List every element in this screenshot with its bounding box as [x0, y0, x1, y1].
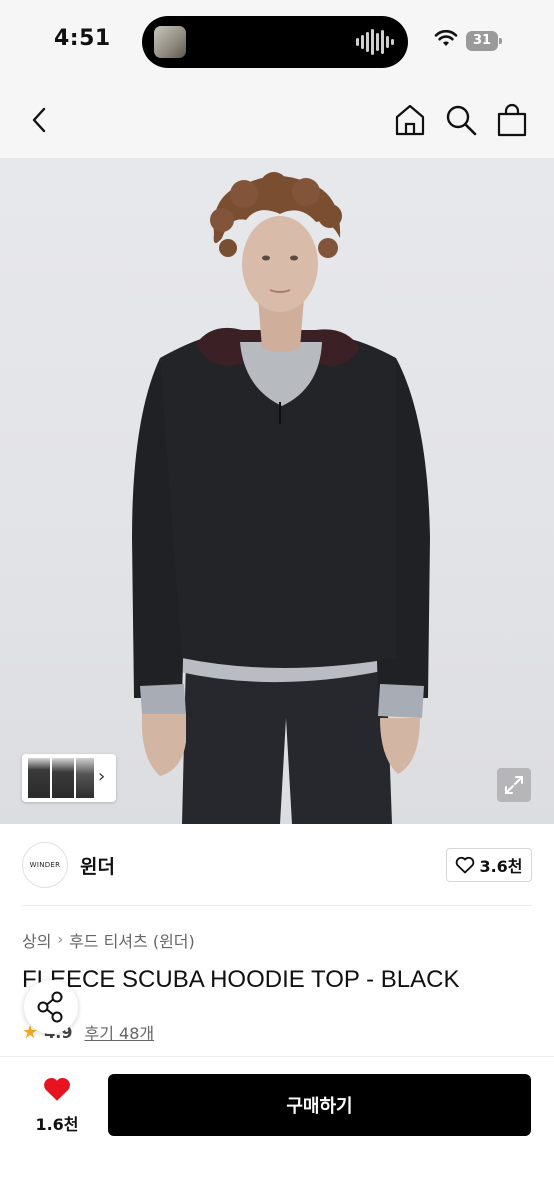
- shopping-bag-icon[interactable]: [495, 102, 529, 138]
- brand-like-count: 3.6천: [479, 857, 523, 876]
- battery-level: 31: [466, 31, 498, 51]
- model-photo: [132, 172, 430, 824]
- brand-name[interactable]: 윈더: [80, 852, 115, 879]
- wifi-icon: [434, 30, 458, 46]
- product-image[interactable]: ›: [0, 158, 554, 824]
- now-playing-artwork: [154, 26, 186, 58]
- top-navigation: [0, 82, 554, 158]
- chevron-right-icon[interactable]: ›: [98, 766, 105, 787]
- status-time: 4:51: [54, 26, 111, 51]
- heart-filled-icon: [44, 1077, 70, 1101]
- thumbnail[interactable]: [52, 758, 74, 798]
- chevron-right-icon: ›: [57, 932, 64, 948]
- breadcrumb: 상의 › 후드 티셔츠 (윈더): [22, 928, 195, 952]
- expand-icon: [505, 776, 523, 794]
- status-bar: 4:51 31: [0, 0, 554, 82]
- search-icon[interactable]: [444, 103, 478, 137]
- product-title: FLEECE SCUBA HOODIE TOP - BLACK: [22, 966, 460, 993]
- breadcrumb-subcategory[interactable]: 후드 티셔츠 (윈더): [69, 928, 195, 952]
- chevron-left-icon[interactable]: [26, 104, 54, 136]
- brand-like-button[interactable]: 3.6천: [446, 848, 532, 882]
- home-icon[interactable]: [393, 103, 427, 137]
- wishlist-count: 1.6천: [35, 1115, 79, 1134]
- dynamic-island[interactable]: [142, 16, 408, 68]
- image-thumbnails[interactable]: ›: [22, 754, 116, 802]
- thumbnail[interactable]: [28, 758, 50, 798]
- wishlist-button[interactable]: 1.6천: [22, 1075, 92, 1145]
- share-button[interactable]: [24, 980, 78, 1034]
- heart-outline-icon: [456, 856, 475, 874]
- brand-row: WINDER 윈더 3.6천: [22, 824, 532, 906]
- breadcrumb-category[interactable]: 상의: [22, 928, 51, 952]
- battery-icon: 31: [466, 31, 502, 51]
- brand-logo[interactable]: WINDER: [22, 842, 68, 888]
- expand-button[interactable]: [497, 768, 531, 802]
- audio-waveform-icon: [356, 28, 394, 56]
- review-count-link[interactable]: 후기 48개: [84, 1020, 154, 1044]
- bottom-action-bar: 1.6천 구매하기: [0, 1056, 554, 1200]
- thumbnail[interactable]: [76, 758, 94, 798]
- buy-button[interactable]: 구매하기: [108, 1074, 531, 1136]
- share-icon: [37, 991, 63, 1023]
